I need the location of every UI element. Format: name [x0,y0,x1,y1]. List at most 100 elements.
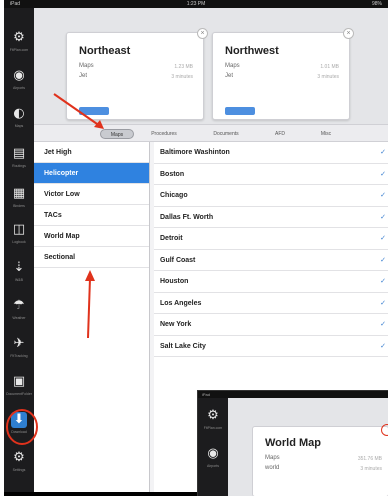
region-label: Houston [160,278,189,285]
sidebar-item-label: Weather [12,316,26,320]
checkmark-icon: ✓ [380,298,386,307]
checkmark-icon: ✓ [380,277,386,285]
card-time: 3 minutes [360,466,382,472]
checkmark-icon: ✓ [380,148,386,156]
download-card-northwest[interactable]: Northwest Maps Jet 1.01 MB 3 minutes × [212,28,354,120]
list-item[interactable]: TACs [34,205,149,226]
tab-procedures[interactable]: Procedures [142,129,186,139]
card-title: Northwest [225,45,279,57]
list-item[interactable]: Salt Lake City ✓ [154,336,388,357]
download-queue-area: Northeast Maps Jet 1.23 MB 3 minutes × N… [34,8,388,124]
sidebar-item-label: Settings [12,468,26,472]
inset-screenshot: iPad ⚙ FltPlan.com ◉ Airports World Map … [197,390,388,496]
airports-icon: ◉ [13,68,25,83]
card-title: Northeast [79,45,131,57]
list-item[interactable]: Helicopter [34,163,149,184]
folder-icon: ▣ [12,374,26,389]
card-size: 351.76 MB [357,456,382,462]
region-label: New York [160,321,192,328]
list-item[interactable]: New York ✓ [154,314,388,336]
card-type: Jet [225,73,234,79]
download-card-northeast[interactable]: Northeast Maps Jet 1.23 MB 3 minutes × [66,28,208,120]
sidebar-item-label: Binders [13,204,25,208]
tab-afd[interactable]: AFD [268,129,292,139]
sidebar-item-maps[interactable]: ◐ Maps [4,106,34,142]
list-item[interactable]: Los Angeles ✓ [154,293,388,314]
sidebar-item-flttracking[interactable]: ✈ FltTracking [4,336,34,372]
sidebar-item-wb[interactable]: ⇣ W&B [4,260,34,296]
sidebar-item-airports[interactable]: ◉ Airports [4,68,34,104]
scale-icon: ⇣ [13,260,25,275]
list-item[interactable]: Dallas Ft. Worth ✓ [154,207,388,228]
checkmark-icon: ✓ [380,191,386,199]
list-item[interactable]: Victor Low [34,184,149,205]
checkmark-icon: ✓ [380,341,386,350]
sidebar-item-weather[interactable]: ☂ Weather [4,298,34,334]
status-left: iPad [10,1,21,7]
checkmark-icon: ✓ [380,169,386,178]
inset-card-world-map: World Map Maps world 351.76 MB 3 minutes [252,426,388,496]
region-label: Los Angeles [160,299,202,307]
sidebar-item-logbook[interactable]: ◫ Logbook [4,222,34,258]
fltplan-icon: ⚙ [207,408,219,423]
card-size: 1.23 MB [174,64,193,70]
list-item[interactable]: World Map [34,226,149,247]
inset-sidebar: ⚙ FltPlan.com ◉ Airports [198,398,228,496]
status-battery: 98% [371,1,382,7]
logbook-icon: ◫ [12,222,26,237]
airports-icon: ◉ [207,446,219,461]
card-size: 1.01 MB [320,64,339,70]
sidebar-item-label: FltPlan.com [9,48,29,52]
sidebar-item-download[interactable]: ⬇ Download [4,412,34,448]
map-type-list: Jet High Helicopter Victor Low TACs Worl… [34,142,150,492]
card-type: Jet [79,73,88,79]
sidebar-item-binders[interactable]: ▦ Binders [4,186,34,222]
tab-misc[interactable]: Misc [314,129,338,139]
sidebar-item-routings[interactable]: ▤ Routings [4,146,34,182]
list-item[interactable]: Detroit ✓ [154,228,388,250]
download-progress-button[interactable] [79,107,109,115]
status-bar: iPad 1:23 PM 98% [4,0,388,8]
sidebar-item-settings[interactable]: ⚙ Settings [4,450,34,486]
card-category: Maps [265,455,280,461]
sidebar-item-label: Maps [14,124,24,128]
sidebar-item-label: W&B [15,278,23,282]
card-category: Maps [79,63,94,69]
binders-icon: ▦ [12,186,26,201]
card-title: World Map [265,437,322,449]
list-item[interactable]: Baltimore Washinton ✓ [154,142,388,164]
sidebar-item-fltplan[interactable]: ⚙ FltPlan.com [4,30,34,66]
list-item[interactable]: Houston ✓ [154,271,388,293]
download-progress-button[interactable] [225,107,255,115]
sidebar-item-label: Logbook [12,240,26,244]
routings-icon: ▤ [12,146,26,161]
region-label: Salt Lake City [160,342,206,350]
list-item[interactable]: Chicago ✓ [154,185,388,207]
close-icon[interactable]: × [343,28,354,39]
region-label: Detroit [160,235,183,242]
sidebar-item-label: Download [11,430,27,434]
region-label: Boston [160,170,185,178]
airplane-icon: ✈ [13,336,25,351]
card-type: world [265,465,280,471]
tab-documents[interactable]: Documents [204,129,248,139]
list-item[interactable]: Sectional [34,247,149,268]
gear-icon: ⚙ [13,450,25,465]
sidebar-item-label: Airports [206,464,220,468]
sidebar-item-documentfolder[interactable]: ▣ DocumentFolder [4,374,34,410]
close-icon[interactable]: × [197,28,208,39]
highlight-circle-annotation [381,424,388,436]
region-label: Chicago [160,192,188,199]
list-item[interactable]: Boston ✓ [154,164,388,185]
checkmark-icon: ✓ [380,320,386,328]
list-item[interactable]: Gulf Coast ✓ [154,250,388,271]
list-item[interactable]: Jet High [34,142,149,163]
tab-maps[interactable]: Maps [100,129,134,139]
inset-sidebar-item-fltplan: ⚙ FltPlan.com [198,408,228,444]
card-time: 3 minutes [171,74,193,80]
download-icon: ⬇ [11,412,27,428]
checkmark-icon: ✓ [380,255,386,264]
sidebar-item-label: DocumentFolder [6,392,32,396]
fltplan-icon: ⚙ [13,30,25,45]
inset-sidebar-item-airports: ◉ Airports [198,446,228,482]
